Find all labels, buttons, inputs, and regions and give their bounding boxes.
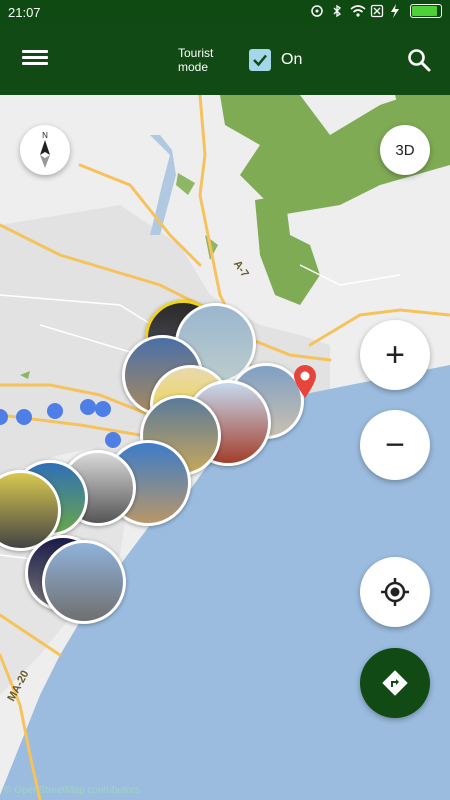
menu-button[interactable] xyxy=(22,47,48,73)
wifi-icon xyxy=(350,4,366,18)
tourist-mode-value: On xyxy=(281,51,303,68)
no-sim-icon xyxy=(370,4,384,18)
compass-icon: N xyxy=(40,131,50,168)
status-icons xyxy=(310,4,442,18)
check-icon xyxy=(253,54,267,67)
battery-icon xyxy=(410,4,442,18)
status-time: 21:07 xyxy=(8,5,41,20)
directions-button[interactable] xyxy=(360,648,430,718)
tourist-mode-label: Tourist mode xyxy=(178,46,214,74)
tourist-mode-checkbox[interactable] xyxy=(249,49,271,71)
app-bar: Tourist mode On xyxy=(0,25,450,95)
my-location-button[interactable] xyxy=(360,557,430,627)
zoom-in-button[interactable]: + xyxy=(360,320,430,390)
map-pin-icon[interactable] xyxy=(292,363,318,399)
compass-north-label: N xyxy=(42,131,48,140)
plus-icon: + xyxy=(385,336,405,374)
search-icon xyxy=(408,49,431,72)
map-attribution: © OpenStreetMap contributors xyxy=(4,785,140,796)
minus-icon: − xyxy=(385,426,405,464)
map-view[interactable]: A-7 MA-20 N 3D + − © OpenStreetMap contr… xyxy=(0,95,450,800)
photo-marker[interactable] xyxy=(42,540,126,624)
locate-icon xyxy=(381,578,409,606)
charging-icon xyxy=(390,4,404,18)
directions-icon xyxy=(382,670,408,696)
zoom-out-button[interactable]: − xyxy=(360,410,430,480)
bluetooth-icon xyxy=(330,4,344,18)
search-button[interactable] xyxy=(406,47,432,73)
compass-button[interactable]: N xyxy=(20,125,70,175)
toggle-3d-button[interactable]: 3D xyxy=(380,125,430,175)
status-bar: 21:07 xyxy=(0,0,450,25)
sync-icon xyxy=(310,4,324,18)
